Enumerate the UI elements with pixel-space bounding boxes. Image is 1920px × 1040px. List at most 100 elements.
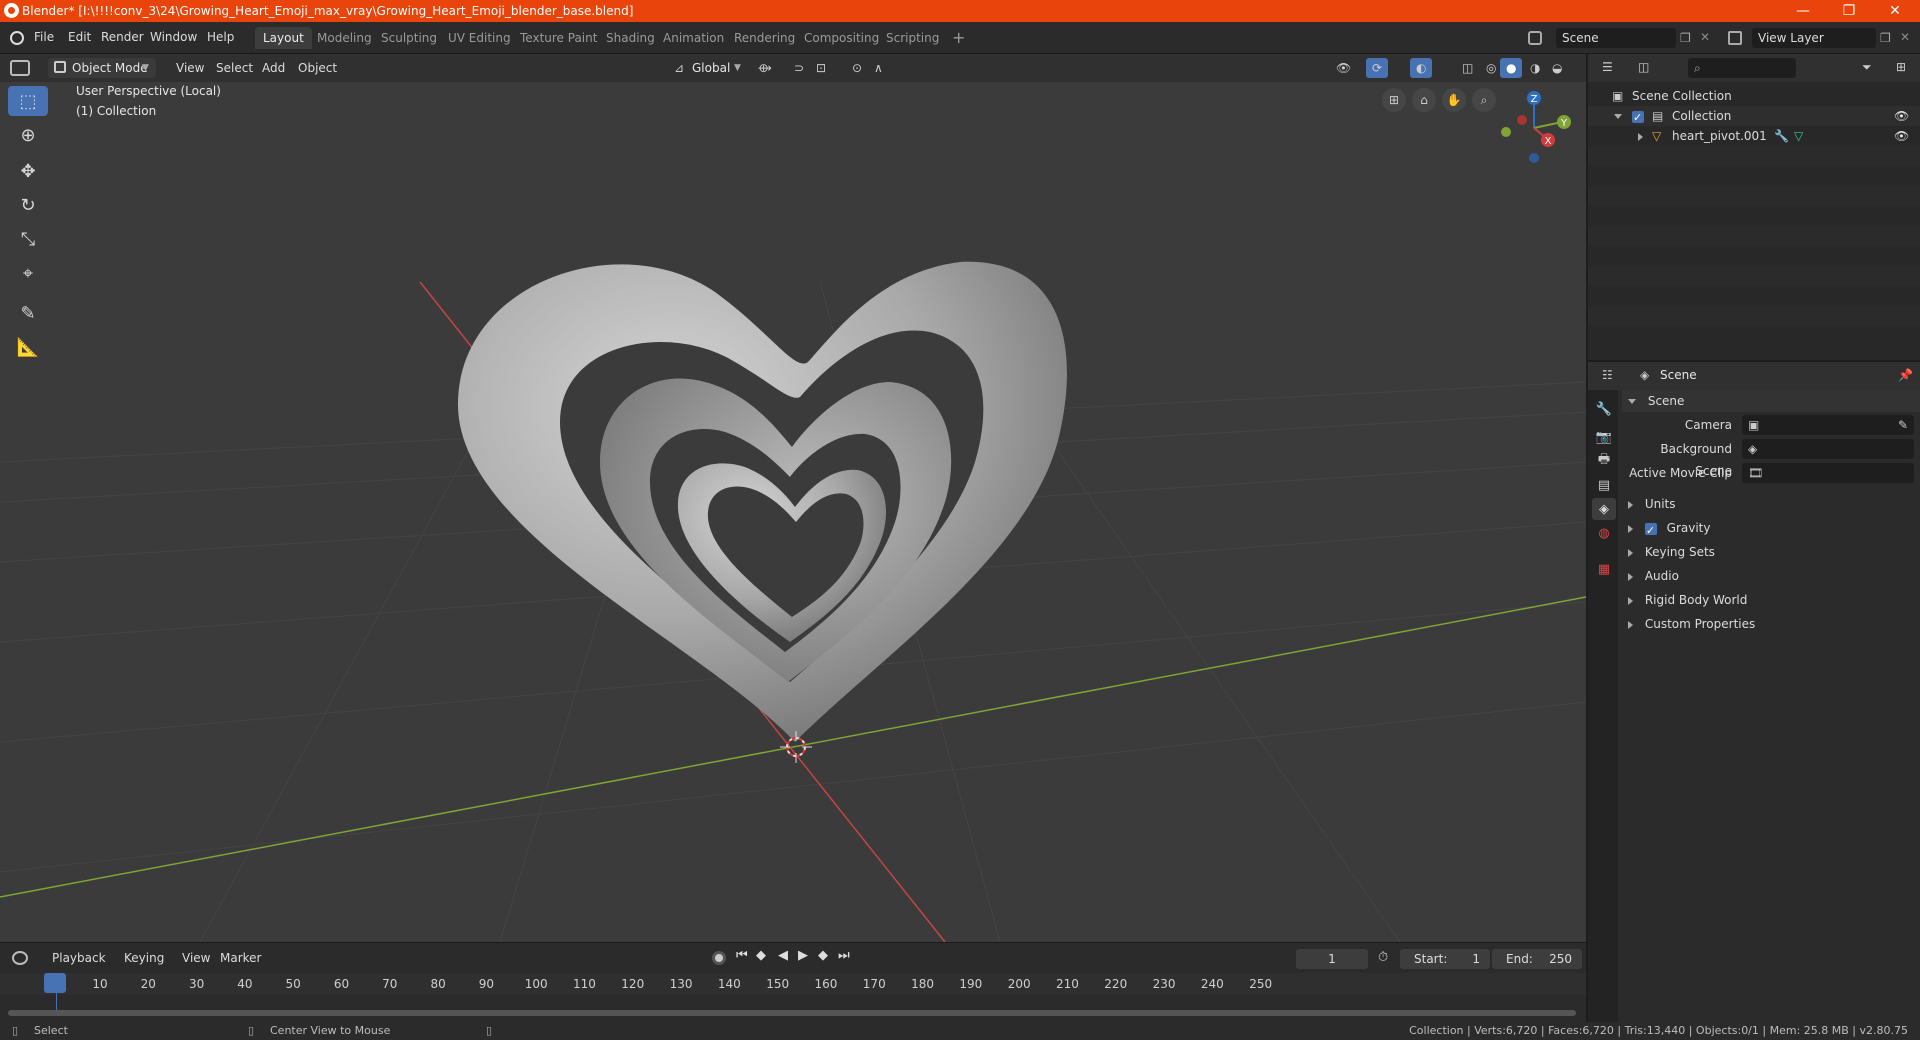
pan-hand-icon[interactable]: ✋ (1442, 88, 1466, 112)
tab-uv-editing[interactable]: UV Editing (440, 27, 519, 49)
pivot-icon[interactable]: ⟴ (752, 58, 778, 78)
world-tab-icon[interactable]: ◍ (1592, 522, 1616, 544)
rotate-tool-icon[interactable]: ↻ (8, 190, 48, 220)
gravity-checkbox[interactable] (1644, 520, 1657, 542)
scene-type-icon[interactable] (1528, 31, 1542, 45)
eyedropper-icon[interactable]: ✎ (1898, 415, 1908, 435)
scene-tab-icon[interactable]: ◈ (1592, 498, 1616, 520)
new-view-layer-icon[interactable]: ❐ (1880, 31, 1891, 45)
menu-timeline-view[interactable]: View (176, 948, 216, 968)
display-mode-icon[interactable]: ◫ (1638, 60, 1649, 74)
timeline-scrollbar[interactable] (8, 1010, 1576, 1016)
outliner-search-input[interactable]: ⌕ (1688, 58, 1796, 78)
camera-view-icon[interactable]: ⌂ (1412, 88, 1436, 112)
grid-view-icon[interactable]: ⊞ (1382, 88, 1406, 112)
panel-rigid-body-world[interactable]: Rigid Body World (1622, 589, 1920, 611)
outliner-editor-icon[interactable]: ☰ (1602, 60, 1613, 74)
minimize-button[interactable]: — (1780, 0, 1826, 22)
texture-tab-icon[interactable]: ▦ (1592, 558, 1616, 580)
expand-object-icon[interactable] (1638, 132, 1643, 141)
menu-add[interactable]: Add (256, 58, 291, 78)
jump-end-icon[interactable]: ⏭ (838, 948, 850, 963)
background-scene-field[interactable]: ◈ (1742, 439, 1914, 459)
xray-icon[interactable]: ◫ (1456, 58, 1479, 78)
current-frame-field[interactable]: 1 (1296, 949, 1368, 969)
maximize-button[interactable]: ❐ (1826, 0, 1872, 22)
scene-field[interactable]: Scene (1556, 28, 1676, 48)
outliner-row-object[interactable]: ▽ heart_pivot.001 🔧 ▽ 👁 (1588, 126, 1920, 146)
menu-help[interactable]: Help (207, 30, 234, 44)
overlay-toggle-icon[interactable]: ◐ (1410, 58, 1433, 78)
tab-shading[interactable]: Shading (598, 27, 663, 49)
panel-keying-sets[interactable]: Keying Sets (1622, 541, 1920, 563)
mesh-data-icon[interactable]: ▽ (1794, 126, 1803, 146)
gizmo-neg-z-icon[interactable] (1529, 153, 1539, 163)
prev-keyframe-icon[interactable]: ◆ (756, 948, 766, 963)
output-tab-icon[interactable]: 🖶 (1592, 450, 1616, 472)
tab-animation[interactable]: Animation (655, 27, 732, 49)
falloff-icon[interactable]: ∧ (868, 58, 889, 78)
gizmo-neg-y-icon[interactable] (1501, 127, 1511, 137)
navigation-gizmo[interactable]: Z Y X (1492, 86, 1582, 176)
play-icon[interactable]: ▶ (798, 948, 808, 963)
material-shading-icon[interactable]: ◑ (1524, 58, 1546, 78)
delete-scene-icon[interactable]: ✕ (1700, 30, 1710, 44)
menu-marker[interactable]: Marker (214, 948, 267, 968)
menu-edit[interactable]: Edit (68, 30, 91, 44)
3d-viewport[interactable]: User Perspective (Local) (1) Collection … (0, 82, 1586, 942)
collection-checkbox[interactable] (1632, 108, 1644, 128)
snap-target-icon[interactable]: ⊡ (810, 58, 832, 78)
menu-select[interactable]: Select (210, 58, 259, 78)
menu-playback[interactable]: Playback (46, 948, 112, 968)
panel-audio[interactable]: Audio (1622, 565, 1920, 587)
tab-texture-paint[interactable]: Texture Paint (512, 27, 605, 49)
menu-window[interactable]: Window (150, 30, 197, 44)
tab-sculpting[interactable]: Sculpting (373, 27, 445, 49)
editor-type-icon[interactable] (10, 60, 30, 76)
jump-start-icon[interactable]: ⏮ (736, 948, 748, 963)
gizmo-neg-x-icon[interactable] (1517, 115, 1527, 125)
view-layer-field[interactable]: View Layer (1752, 28, 1876, 48)
pin-icon[interactable]: 📌 (1898, 368, 1913, 382)
panel-units[interactable]: Units (1622, 493, 1920, 515)
playhead[interactable] (44, 973, 66, 993)
render-tab-icon[interactable]: 📷 (1592, 426, 1616, 448)
panel-gravity[interactable]: Gravity (1622, 517, 1920, 542)
menu-render[interactable]: Render (101, 30, 144, 44)
outliner-row-collection[interactable]: ▤ Collection 👁 (1588, 106, 1920, 128)
new-scene-icon[interactable]: ❐ (1680, 31, 1691, 45)
camera-field[interactable]: ▣ ✎ (1742, 415, 1914, 435)
measure-tool-icon[interactable]: 📐 (8, 332, 48, 362)
tab-compositing[interactable]: Compositing (796, 27, 887, 49)
menu-file[interactable]: File (34, 30, 54, 44)
tab-rendering[interactable]: Rendering (726, 27, 803, 49)
solid-shading-icon[interactable]: ● (1500, 58, 1523, 78)
stopwatch-icon[interactable]: ⏱ (1378, 950, 1388, 965)
annotate-tool-icon[interactable]: ✎ (8, 298, 48, 328)
rendered-shading-icon[interactable]: ◒ (1546, 58, 1568, 78)
object-eye-icon[interactable]: 👁 (1894, 126, 1909, 146)
tab-scripting[interactable]: Scripting (878, 27, 947, 49)
menu-object[interactable]: Object (292, 58, 343, 78)
close-button[interactable]: ✕ (1872, 0, 1918, 22)
view-layer-tab-icon[interactable]: ▤ (1592, 474, 1616, 496)
visibility-icon[interactable]: 👁 (1330, 58, 1357, 78)
collection-eye-icon[interactable]: 👁 (1894, 106, 1909, 126)
gizmo-toggle-icon[interactable]: ⟳ (1366, 58, 1389, 78)
outliner-row-scene-collection[interactable]: ▣ Scene Collection (1588, 86, 1920, 106)
tab-modeling[interactable]: Modeling (309, 27, 380, 49)
movie-clip-field[interactable]: 🎞 (1742, 463, 1914, 483)
panel-custom-properties[interactable]: Custom Properties (1622, 613, 1920, 635)
scale-tool-icon[interactable]: ⤡ (8, 224, 48, 254)
tab-layout[interactable]: Layout (255, 27, 312, 49)
scene-section-header[interactable]: Scene (1622, 390, 1920, 412)
snap-icon[interactable]: ⊃ (788, 58, 810, 78)
select-box-icon[interactable]: ⬚ (8, 86, 48, 116)
expand-collection-icon[interactable] (1614, 114, 1622, 119)
end-frame-field[interactable]: End: 250 (1492, 949, 1582, 969)
view-layer-icon[interactable] (1728, 31, 1742, 45)
add-workspace-icon[interactable]: + (944, 27, 973, 49)
delete-view-layer-icon[interactable]: ✕ (1900, 30, 1910, 44)
transform-tool-icon[interactable]: ⌖ (8, 258, 48, 288)
modifier-icon[interactable]: 🔧 (1774, 126, 1789, 146)
